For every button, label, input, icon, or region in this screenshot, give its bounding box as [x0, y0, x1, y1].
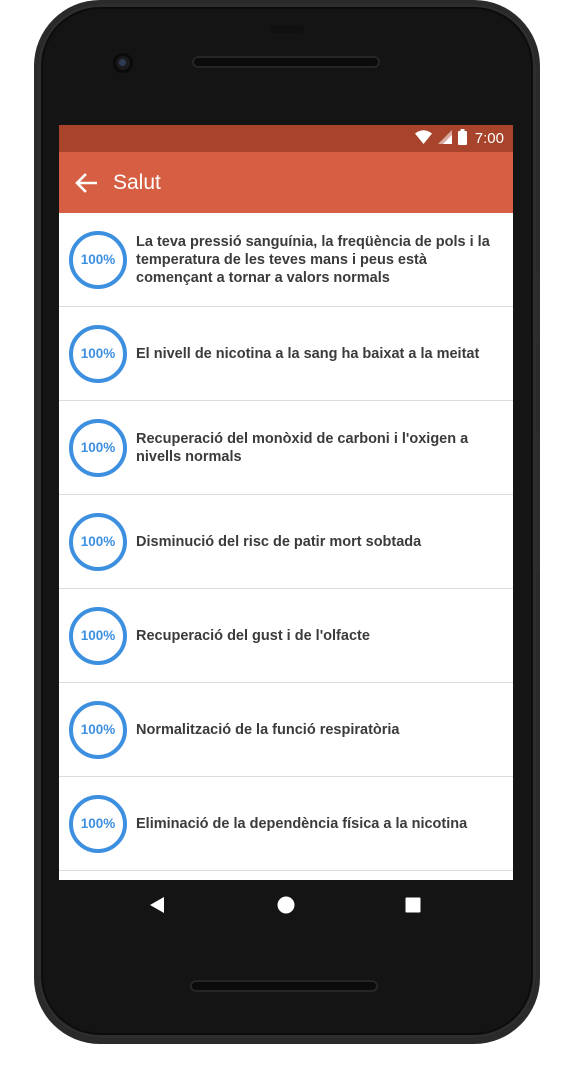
top-speaker	[192, 56, 380, 68]
wifi-icon	[414, 129, 432, 148]
list-item-text: Recuperació del monòxid de carboni i l'o…	[136, 430, 469, 465]
volume-button	[535, 432, 540, 572]
list-item-text: Disminució del risc de patir mort sobtad…	[136, 533, 422, 550]
health-milestone-list: 100% La teva pressió sanguínia, la freqü…	[59, 213, 513, 871]
screen: 7:00 Salut 100% La teva pressió sanguíni…	[59, 125, 513, 880]
app-bar: Salut	[59, 152, 513, 213]
power-button	[535, 272, 540, 344]
recents-square-icon[interactable]	[403, 895, 423, 915]
list-item[interactable]: 100% Recuperació del gust i de l'olfacte	[59, 589, 513, 683]
progress-ring: 100%	[69, 512, 127, 571]
list-item[interactable]: 100% Eliminació de la dependència física…	[59, 777, 513, 871]
list-item[interactable]: 100% Normalització de la funció respirat…	[59, 683, 513, 777]
navigation-bar	[59, 880, 513, 930]
list-item[interactable]: 100% El nivell de nicotina a la sang ha …	[59, 307, 513, 401]
list-item-text: Recuperació del gust i de l'olfacte	[136, 627, 370, 644]
battery-icon	[457, 128, 467, 149]
home-circle-icon[interactable]	[276, 895, 296, 915]
list-item[interactable]: 100% Recuperació del monòxid de carboni …	[59, 401, 513, 495]
progress-ring: 100%	[69, 700, 127, 759]
list-item-text: Eliminació de la dependència física a la…	[136, 815, 468, 832]
page-title: Salut	[113, 170, 161, 194]
earpiece-slot	[270, 25, 304, 33]
arrow-back-icon[interactable]	[73, 170, 99, 196]
progress-ring: 100%	[69, 230, 127, 289]
progress-ring: 100%	[69, 794, 127, 853]
back-triangle-icon[interactable]	[147, 895, 167, 915]
signal-icon	[437, 129, 452, 148]
status-time: 7:00	[474, 130, 504, 147]
front-camera	[113, 53, 133, 73]
list-item[interactable]: 100% Disminució del risc de patir mort s…	[59, 495, 513, 589]
list-item-text: El nivell de nicotina a la sang ha baixa…	[136, 345, 480, 362]
progress-ring: 100%	[69, 606, 127, 665]
list-item[interactable]: 100% La teva pressió sanguínia, la freqü…	[59, 213, 513, 307]
bottom-speaker	[190, 980, 378, 992]
status-bar: 7:00	[59, 125, 513, 152]
list-item-text: La teva pressió sanguínia, la freqüència…	[136, 233, 490, 286]
list-item-text: Normalització de la funció respiratòria	[136, 721, 400, 738]
progress-ring: 100%	[69, 418, 127, 477]
progress-ring: 100%	[69, 324, 127, 383]
